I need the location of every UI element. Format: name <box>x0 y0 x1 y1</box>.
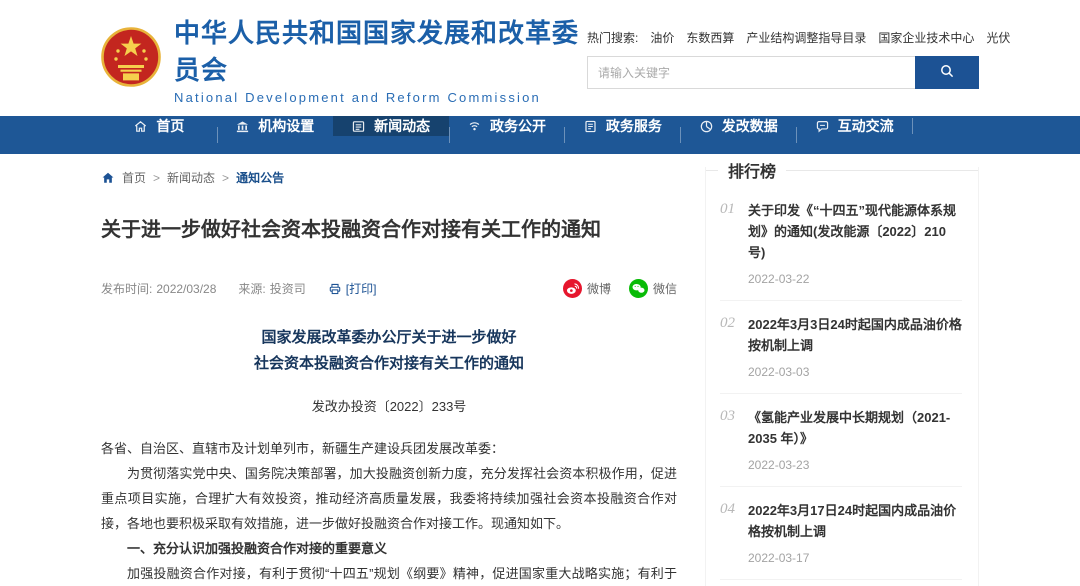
nav-item-label: 政务服务 <box>606 116 662 136</box>
ranking-item-date: 2022-03-23 <box>748 458 962 472</box>
source-value: 投资司 <box>270 280 306 297</box>
document-body: 各省、自治区、直辖市及计划单列市，新疆生产建设兵团发展改革委： 为贯彻落实党中央… <box>101 436 677 586</box>
search-button[interactable] <box>915 56 979 89</box>
ranking-header: 排行榜 <box>720 158 962 182</box>
nav-item-label: 首页 <box>156 116 184 136</box>
ranking-item: 04 2022年3月17日24时起国内成品油价格按机制上调 2022-03-17 <box>720 487 962 580</box>
nav-item-label: 政务公开 <box>490 116 546 136</box>
article-paragraph: 各省、自治区、直辖市及计划单列市，新疆生产建设兵团发展改革委： <box>101 436 677 461</box>
nav-item-label: 新闻动态 <box>374 116 430 136</box>
document-icon <box>583 119 598 134</box>
ranking-title: 排行榜 <box>728 158 776 182</box>
share-wechat[interactable]: 微信 <box>629 279 677 298</box>
ranking-item-date: 2022-03-03 <box>748 365 962 379</box>
ranking-item: 05 重磅！国家发展改革委负责同志回应经济社会热点问题 2022-03-07 <box>720 580 962 586</box>
news-icon <box>351 119 366 134</box>
wechat-icon <box>629 279 648 298</box>
site-title-zh: 中华人民共和国国家发展和改革委员会 <box>174 13 587 87</box>
hot-search-keyword[interactable]: 产业结构调整指导目录 <box>746 29 866 46</box>
ranking-number: 01 <box>720 200 735 286</box>
article-meta: 发布时间: 2022/03/28 来源: 投资司 [打印] 微博 <box>101 279 677 298</box>
ranking-number: 04 <box>720 500 735 565</box>
ranking-item-title[interactable]: 2022年3月3日24时起国内成品油价格按机制上调 <box>748 314 962 356</box>
ranking-item-date: 2022-03-22 <box>748 272 962 286</box>
ranking-number: 02 <box>720 314 735 379</box>
document-number: 发改办投资〔2022〕233号 <box>101 396 677 415</box>
nav-item[interactable]: 发改数据 <box>680 116 796 136</box>
hot-search-keyword[interactable]: 国家企业技术中心 <box>878 29 974 46</box>
publish-label: 发布时间: <box>101 280 152 297</box>
share-weibo[interactable]: 微博 <box>563 279 611 298</box>
printer-icon <box>328 282 342 296</box>
site-title-en: National Development and Reform Commissi… <box>174 90 587 105</box>
nav-item[interactable]: 新闻动态 <box>333 116 449 136</box>
page-title: 关于进一步做好社会资本投融资合作对接有关工作的通知 <box>101 216 677 245</box>
hot-search-label: 热门搜索: <box>587 29 638 46</box>
site-brand: 中华人民共和国国家发展和改革委员会 National Development a… <box>101 13 587 105</box>
nav-item-label: 机构设置 <box>258 116 314 136</box>
search-input[interactable] <box>587 56 915 89</box>
publish-date: 2022/03/28 <box>156 282 216 296</box>
national-emblem <box>101 27 161 92</box>
wechat-label: 微信 <box>653 280 677 297</box>
source-label: 来源: <box>238 280 265 297</box>
ranking-item: 03 《氢能产业发展中长期规划（2021-2035 年）》 2022-03-23 <box>720 394 962 487</box>
ranking-item: 02 2022年3月3日24时起国内成品油价格按机制上调 2022-03-03 <box>720 301 962 394</box>
home-icon <box>101 171 115 185</box>
breadcrumb-separator: > <box>153 171 160 185</box>
nav-item[interactable]: 政务公开 <box>449 116 565 136</box>
hot-search-keyword[interactable]: 东数西算 <box>686 29 734 46</box>
article-paragraph: 一、充分认识加强投融资合作对接的重要意义 <box>101 536 677 561</box>
hot-search-keyword[interactable]: 油价 <box>650 29 674 46</box>
weibo-icon <box>563 279 582 298</box>
ranking-item-title[interactable]: 《氢能产业发展中长期规划（2021-2035 年）》 <box>748 407 962 449</box>
article-paragraph: 为贯彻落实党中央、国务院决策部署，加大投融资创新力度，充分发挥社会资本积极作用，… <box>101 461 677 536</box>
nav-item[interactable]: 互动交流 <box>796 116 912 136</box>
nav-item[interactable]: 机构设置 <box>217 116 333 136</box>
print-label: [打印] <box>346 280 377 297</box>
hot-search-bar: 热门搜索: 油价东数西算产业结构调整指导目录国家企业技术中心光伏 <box>587 29 979 46</box>
chat-icon <box>815 119 830 134</box>
nav-item[interactable]: 首页 <box>101 116 217 136</box>
ranking-sidebar: 排行榜 01 关于印发《“十四五”现代能源体系规划》的通知(发改能源〔2022〕… <box>705 167 979 586</box>
search-box <box>587 56 979 89</box>
document-title: 国家发展改革委办公厅关于进一步做好 社会资本投融资合作对接有关工作的通知 <box>101 324 677 376</box>
ranking-item-title[interactable]: 2022年3月17日24时起国内成品油价格按机制上调 <box>748 500 962 542</box>
home-icon <box>133 119 148 134</box>
breadcrumb-separator: > <box>222 171 229 185</box>
print-button[interactable]: [打印] <box>328 280 377 297</box>
chart-icon <box>699 119 714 134</box>
article-paragraph: 加强投融资合作对接，有利于贯彻“十四五”规划《纲要》精神，促进国家重大战略实施；… <box>101 561 677 586</box>
ranking-item-date: 2022-03-17 <box>748 551 962 565</box>
site-header: 中华人民共和国国家发展和改革委员会 National Development a… <box>101 0 979 116</box>
broadcast-icon <box>467 119 482 134</box>
breadcrumb-home[interactable]: 首页 <box>122 169 146 186</box>
ranking-item: 01 关于印发《“十四五”现代能源体系规划》的通知(发改能源〔2022〕210号… <box>720 187 962 301</box>
ranking-number: 03 <box>720 407 735 472</box>
institution-icon <box>235 119 250 134</box>
nav-item-label: 互动交流 <box>838 116 894 136</box>
nav-item-label: 发改数据 <box>722 116 778 136</box>
search-icon <box>939 63 955 82</box>
breadcrumb: 首页 > 新闻动态 > 通知公告 <box>101 169 677 186</box>
main-nav: 首页 机构设置 新闻动态 政务公开 <box>0 116 1080 154</box>
hot-search-keyword[interactable]: 光伏 <box>986 29 1010 46</box>
weibo-label: 微博 <box>587 280 611 297</box>
ranking-item-title[interactable]: 关于印发《“十四五”现代能源体系规划》的通知(发改能源〔2022〕210号) <box>748 200 962 263</box>
nav-item[interactable]: 政务服务 <box>564 116 680 136</box>
breadcrumb-news[interactable]: 新闻动态 <box>167 169 215 186</box>
breadcrumb-current: 通知公告 <box>236 169 284 186</box>
